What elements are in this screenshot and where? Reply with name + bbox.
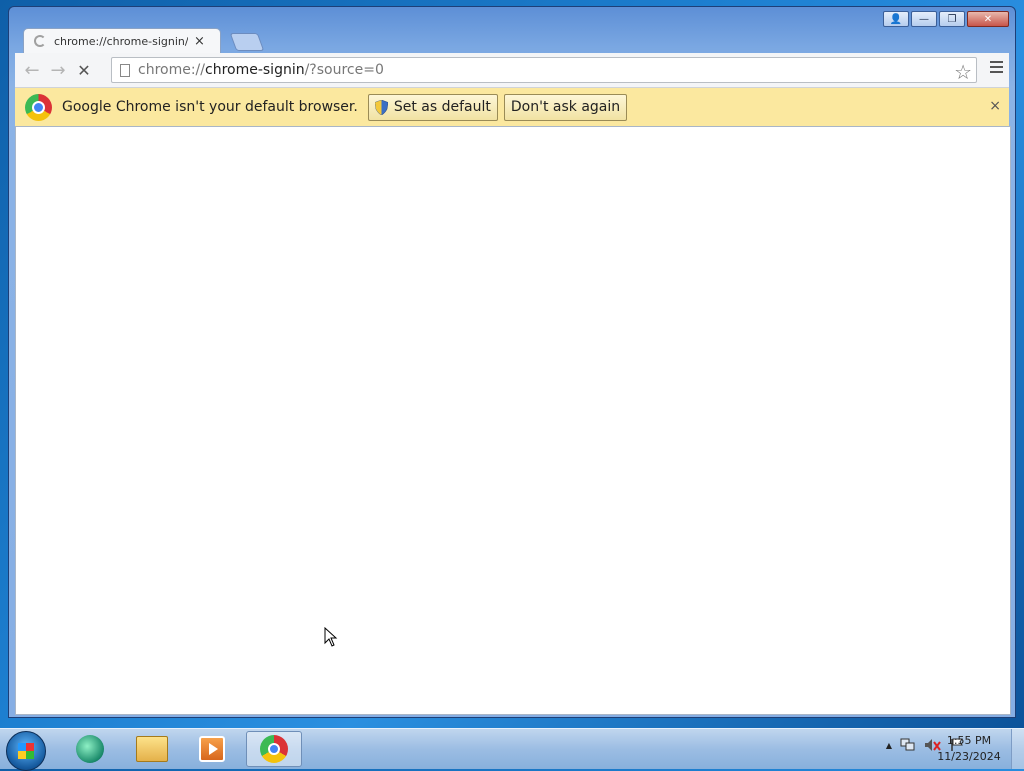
tab-chrome-signin[interactable]: chrome://chrome-signin/?source=0 ×	[23, 28, 221, 53]
dont-ask-again-button[interactable]: Don't ask again	[503, 93, 628, 121]
url-scheme: chrome://	[138, 62, 205, 78]
show-desktop-button[interactable]	[1011, 729, 1024, 769]
taskbar-item-media-player[interactable]	[184, 731, 240, 767]
desktop: 👤 — ❐ ✕ chrome://chrome-signin/?source=0…	[0, 0, 1024, 728]
clock-date: 11/23/2024	[937, 750, 1001, 763]
caption-buttons: 👤 — ❐ ✕	[883, 11, 1009, 27]
clock-time: 1:55 PM	[946, 734, 992, 747]
url-path: /?source=0	[304, 62, 384, 78]
toolbar: ← → ✕ chrome:// chrome-signin /?source=0…	[15, 53, 1009, 88]
chrome-logo-icon	[25, 93, 52, 121]
menu-icon[interactable]	[990, 61, 1003, 76]
stop-button[interactable]: ✕	[71, 57, 97, 83]
taskbar-item-green-app[interactable]	[62, 731, 118, 767]
set-as-default-button[interactable]: Set as default	[367, 93, 498, 121]
address-bar[interactable]: chrome:// chrome-signin /?source=0 ☆	[111, 57, 977, 84]
taskbar-item-file-explorer[interactable]	[124, 731, 180, 767]
green-app-icon	[76, 735, 104, 763]
new-tab-button[interactable]	[229, 33, 265, 51]
taskbar: ▲ 1:55 PM 11/23/2024	[0, 728, 1024, 771]
mouse-cursor-icon	[324, 627, 338, 647]
url-host: chrome-signin	[205, 62, 305, 78]
tray-expand-icon[interactable]: ▲	[886, 741, 892, 750]
infobar-close-icon[interactable]: ×	[989, 98, 1001, 114]
media-player-icon	[199, 736, 225, 762]
back-button[interactable]: ←	[19, 57, 45, 83]
bookmark-star-icon[interactable]: ☆	[954, 60, 972, 84]
page-content[interactable]	[15, 126, 1011, 715]
set-as-default-label: Set as default	[393, 99, 491, 115]
file-explorer-icon	[136, 736, 168, 762]
user-icon[interactable]: 👤	[883, 11, 909, 27]
chrome-icon	[260, 735, 288, 763]
close-icon[interactable]: ✕	[967, 11, 1009, 27]
start-button[interactable]	[6, 731, 46, 771]
tab-title: chrome://chrome-signin/?source=0	[54, 34, 188, 48]
chrome-window: 👤 — ❐ ✕ chrome://chrome-signin/?source=0…	[8, 6, 1016, 718]
tab-close-icon[interactable]: ×	[194, 34, 205, 49]
infobar-message: Google Chrome isn't your default browser…	[62, 99, 358, 115]
network-icon[interactable]	[900, 738, 916, 752]
minimize-icon[interactable]: —	[911, 11, 937, 27]
taskbar-clock[interactable]: 1:55 PM 11/23/2024	[934, 733, 1004, 765]
loading-spinner-icon	[34, 35, 46, 47]
page-icon	[120, 63, 130, 77]
forward-button[interactable]: →	[45, 57, 71, 83]
maximize-icon[interactable]: ❐	[939, 11, 965, 27]
shield-icon	[374, 99, 388, 115]
taskbar-item-chrome[interactable]	[246, 731, 302, 767]
default-browser-infobar: Google Chrome isn't your default browser…	[15, 88, 1009, 127]
